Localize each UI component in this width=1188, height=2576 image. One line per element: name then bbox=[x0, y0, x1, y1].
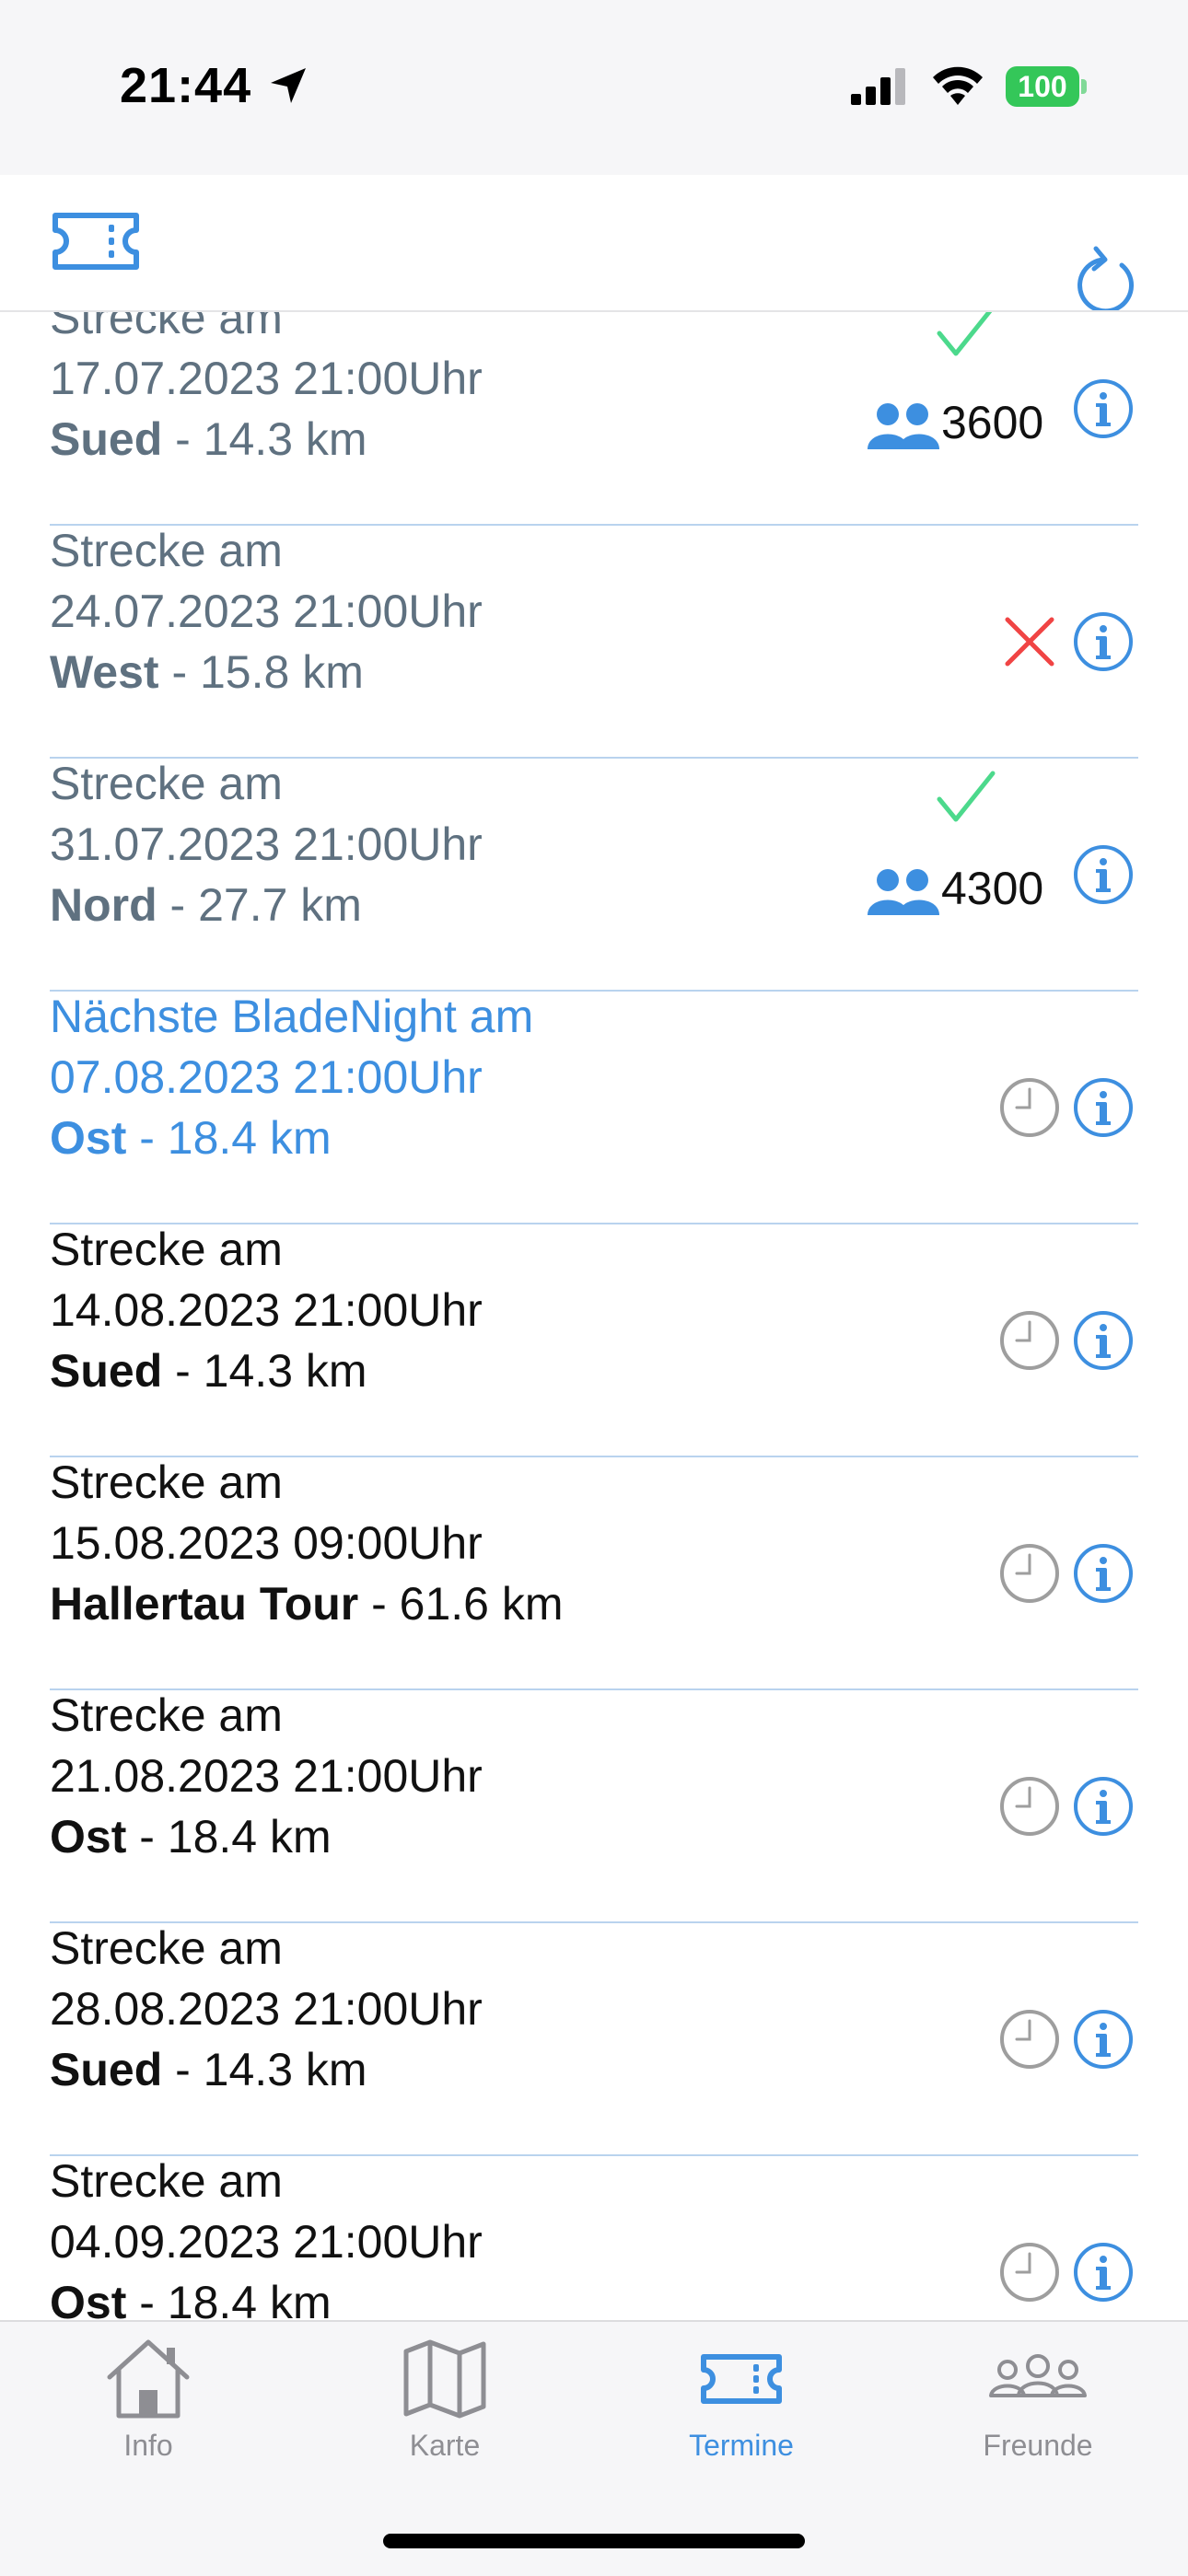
event-route-line: Nord - 27.7 km bbox=[50, 878, 362, 932]
participant-count: 4300 bbox=[941, 863, 1044, 914]
event-datetime: 04.09.2023 21:00Uhr bbox=[50, 2216, 483, 2268]
ticket-icon bbox=[701, 2354, 782, 2404]
tab-freunde[interactable]: Freunde bbox=[890, 2322, 1186, 2478]
event-route-line: Ost - 18.4 km bbox=[50, 2276, 332, 2320]
event-route-name: West bbox=[50, 646, 159, 698]
event-route-line: Sued - 14.3 km bbox=[50, 2043, 367, 2096]
event-distance: - 18.4 km bbox=[126, 1811, 332, 1862]
event-distance: - 18.4 km bbox=[126, 1112, 332, 1164]
ticket-icon[interactable] bbox=[50, 210, 142, 273]
refresh-icon[interactable] bbox=[1068, 238, 1138, 313]
event-row[interactable]: Strecke am 04.09.2023 21:00Uhr Ost - 18.4 … bbox=[0, 2155, 1188, 2320]
event-datetime: 14.08.2023 21:00Uhr bbox=[50, 1284, 483, 1336]
event-datetime: 17.07.2023 21:00Uhr bbox=[50, 353, 483, 404]
event-route-line: Ost - 18.4 km bbox=[50, 1111, 332, 1165]
info-icon[interactable] bbox=[1072, 1775, 1135, 1838]
info-icon[interactable] bbox=[1072, 1542, 1135, 1605]
event-route-name: Ost bbox=[50, 2277, 127, 2320]
event-route-line: Hallertau Tour - 61.6 km bbox=[50, 1577, 564, 1630]
event-route-line: Sued - 14.3 km bbox=[50, 412, 367, 466]
tab-info-label: Info bbox=[123, 2429, 173, 2462]
event-row[interactable]: Strecke am 24.07.2023 21:00Uhr West - 15.8… bbox=[0, 525, 1188, 759]
tab-freunde-label: Freunde bbox=[983, 2429, 1093, 2462]
event-route-line: Ost - 18.4 km bbox=[50, 1810, 332, 1863]
event-label: Nächste BladeNight am bbox=[50, 991, 534, 1042]
event-label: Strecke am bbox=[50, 1922, 283, 1974]
event-label: Strecke am bbox=[50, 758, 283, 809]
event-distance: - 14.3 km bbox=[162, 1345, 367, 1397]
status-time: 21:44 bbox=[120, 58, 252, 113]
tab-termine[interactable]: Termine bbox=[593, 2322, 890, 2478]
event-distance: - 14.3 km bbox=[162, 2044, 367, 2095]
event-route-name: Sued bbox=[50, 1345, 163, 1397]
house-icon bbox=[107, 2339, 190, 2419]
event-route-line: West - 15.8 km bbox=[50, 645, 364, 699]
tab-karte[interactable]: Karte bbox=[297, 2322, 593, 2478]
status-bar: 21:44 100 bbox=[0, 0, 1188, 313]
event-route-name: Hallertau Tour bbox=[50, 1578, 359, 1630]
battery-indicator: 100 bbox=[1006, 66, 1087, 109]
checkmark-icon bbox=[937, 771, 996, 822]
checkmark-icon bbox=[937, 312, 993, 356]
event-row[interactable]: Strecke am 15.08.2023 09:00Uhr Hallertau T… bbox=[0, 1456, 1188, 1690]
clock-icon bbox=[1000, 2243, 1059, 2302]
clock-icon bbox=[1000, 1544, 1059, 1603]
cancelled-x-icon bbox=[1005, 617, 1054, 667]
event-row[interactable]: Strecke am 17.07.2023 21:00Uhr Sued - 14.3… bbox=[0, 312, 1188, 526]
location-arrow-icon bbox=[271, 68, 306, 103]
participants-icon bbox=[868, 403, 939, 449]
event-distance: - 14.3 km bbox=[162, 413, 367, 465]
event-route-name: Sued bbox=[50, 413, 163, 465]
event-label: Strecke am bbox=[50, 525, 283, 576]
event-datetime: 28.08.2023 21:00Uhr bbox=[50, 1983, 483, 2035]
event-route-line: Sued - 14.3 km bbox=[50, 1344, 367, 1398]
event-label: Strecke am bbox=[50, 1689, 283, 1741]
event-datetime: 24.07.2023 21:00Uhr bbox=[50, 586, 483, 637]
wifi-icon bbox=[933, 66, 983, 105]
event-distance: - 15.8 km bbox=[158, 646, 364, 698]
event-label: Strecke am bbox=[50, 1456, 283, 1508]
event-route-name: Ost bbox=[50, 1811, 127, 1862]
battery-level: 100 bbox=[1018, 70, 1067, 103]
tab-termine-label: Termine bbox=[689, 2429, 794, 2462]
clock-icon bbox=[1000, 1311, 1059, 1370]
tab-karte-label: Karte bbox=[409, 2429, 481, 2462]
info-icon[interactable] bbox=[1072, 1309, 1135, 1372]
event-route-name: Ost bbox=[50, 1112, 127, 1164]
participant-count: 3600 bbox=[941, 397, 1044, 448]
event-datetime: 15.08.2023 09:00Uhr bbox=[50, 1517, 483, 1569]
event-distance: - 18.4 km bbox=[126, 2277, 332, 2320]
clock-icon bbox=[1000, 1078, 1059, 1137]
participants-icon bbox=[868, 869, 939, 915]
clock-icon bbox=[1000, 2010, 1059, 2069]
info-icon[interactable] bbox=[1072, 1076, 1135, 1139]
event-row[interactable]: Strecke am 28.08.2023 21:00Uhr Sued - 14.3… bbox=[0, 1922, 1188, 2156]
event-route-name: Nord bbox=[50, 879, 157, 931]
map-icon bbox=[403, 2339, 486, 2419]
people-icon bbox=[989, 2354, 1087, 2397]
clock-icon bbox=[1000, 1777, 1059, 1836]
tab-info[interactable]: Info bbox=[0, 2322, 297, 2478]
info-icon[interactable] bbox=[1072, 610, 1135, 673]
event-label: Strecke am bbox=[50, 2155, 283, 2207]
event-label: Strecke am bbox=[50, 312, 283, 343]
info-icon[interactable] bbox=[1072, 2241, 1135, 2303]
event-label: Strecke am bbox=[50, 1224, 283, 1275]
event-datetime: 31.07.2023 21:00Uhr bbox=[50, 818, 483, 870]
event-row[interactable]: Nächste BladeNight am 07.08.2023 21:00Uhr… bbox=[0, 991, 1188, 1224]
event-row[interactable]: Strecke am 31.07.2023 21:00Uhr Nord - 27.7… bbox=[0, 758, 1188, 992]
event-list[interactable]: Strecke am 17.07.2023 21:00Uhr Sued - 14.3… bbox=[0, 312, 1188, 2320]
event-datetime: 21.08.2023 21:00Uhr bbox=[50, 1750, 483, 1802]
info-icon[interactable] bbox=[1072, 377, 1135, 440]
event-route-name: Sued bbox=[50, 2044, 163, 2095]
event-row[interactable]: Strecke am 21.08.2023 21:00Uhr Ost - 18.4 … bbox=[0, 1689, 1188, 1923]
info-icon[interactable] bbox=[1072, 843, 1135, 906]
event-distance: - 27.7 km bbox=[157, 879, 362, 931]
home-indicator bbox=[383, 2534, 805, 2548]
event-row[interactable]: Strecke am 14.08.2023 21:00Uhr Sued - 14.3… bbox=[0, 1224, 1188, 1457]
event-distance: - 61.6 km bbox=[358, 1578, 564, 1630]
cellular-signal-icon bbox=[851, 68, 905, 105]
event-datetime: 07.08.2023 21:00Uhr bbox=[50, 1051, 483, 1103]
info-icon[interactable] bbox=[1072, 2008, 1135, 2071]
